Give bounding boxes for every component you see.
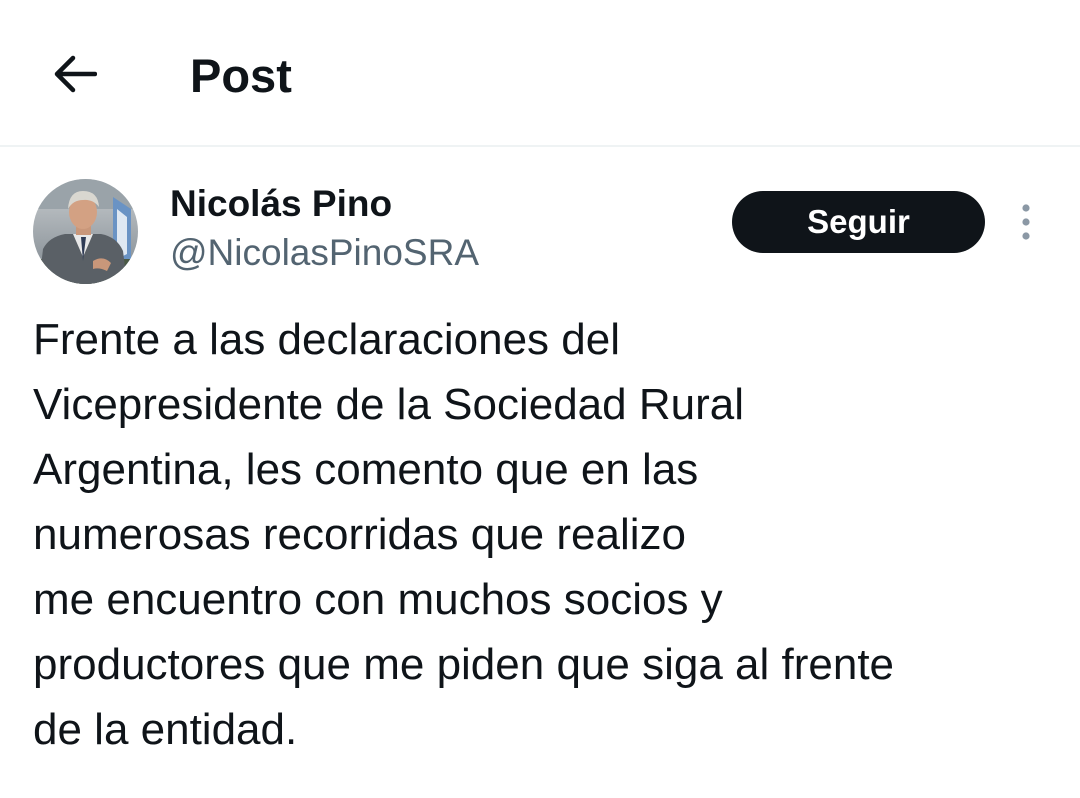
author-handle[interactable]: @NicolasPinoSRA <box>170 231 479 275</box>
back-button[interactable] <box>42 42 106 106</box>
post-text-line: Argentina, les comento que en las <box>33 445 699 494</box>
post-text: Frente a las declaraciones del Vicepresi… <box>33 307 1063 762</box>
post-text-line: Frente a las declaraciones del <box>33 315 620 364</box>
post-text-line: numerosas recorridas que realizo <box>33 510 686 559</box>
author-name[interactable]: Nicolás Pino <box>170 182 392 226</box>
profile-photo <box>33 179 138 284</box>
post-text-line: de la entidad. <box>33 705 298 754</box>
arrow-left-icon <box>54 55 97 93</box>
more-options-button[interactable] <box>1006 199 1046 245</box>
follow-button[interactable]: Seguir <box>732 191 985 253</box>
top-bar: Post <box>0 0 1080 147</box>
post-text-line: productores que me piden que siga al fre… <box>33 640 895 689</box>
page-title: Post <box>190 49 292 102</box>
post-text-line: Vicepresidente de la Sociedad Rural <box>33 380 744 429</box>
post-text-line: me encuentro con muchos socios y <box>33 575 723 624</box>
avatar[interactable] <box>33 179 138 284</box>
more-vertical-icon <box>1022 204 1030 240</box>
